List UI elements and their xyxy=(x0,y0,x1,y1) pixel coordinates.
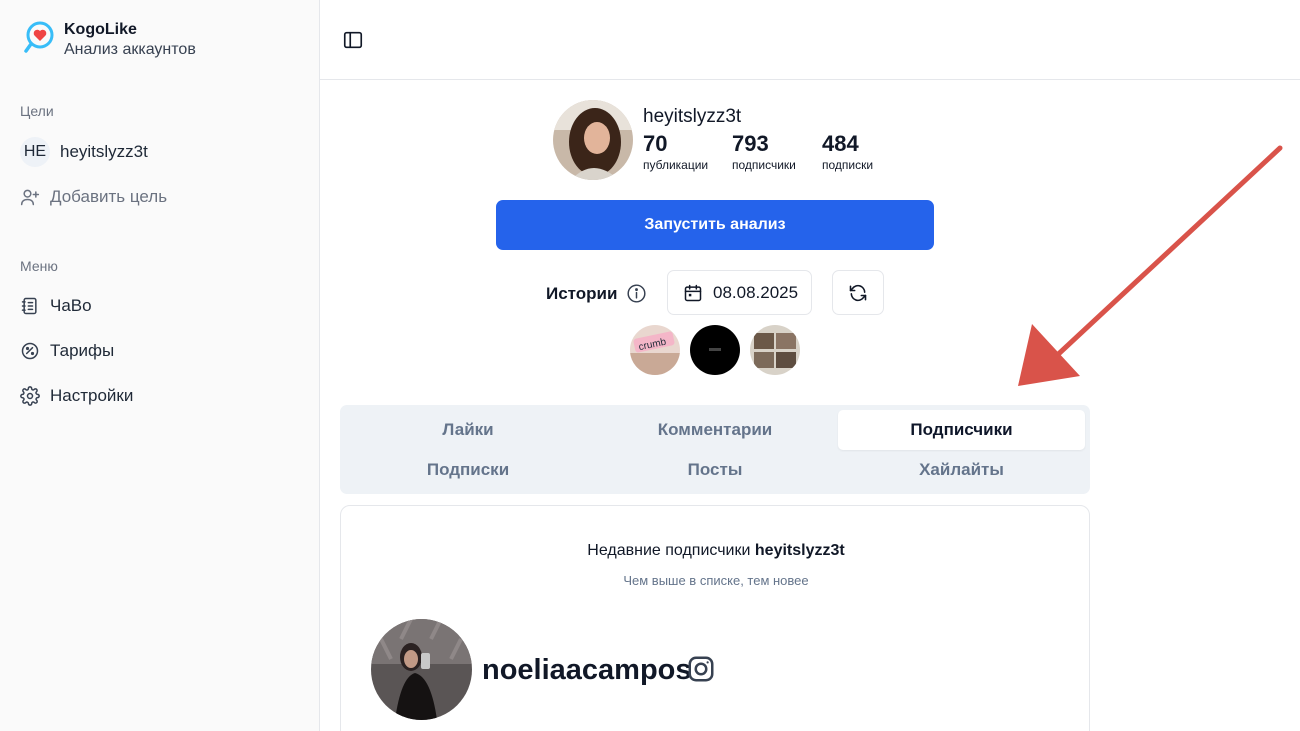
add-target-label: Добавить цель xyxy=(50,187,168,206)
brand-name: KogoLike xyxy=(64,21,137,38)
info-icon[interactable] xyxy=(626,283,647,304)
settings-icon xyxy=(20,386,40,406)
menu-item-settings[interactable]: Настройки xyxy=(20,381,133,411)
instagram-icon[interactable] xyxy=(686,654,716,684)
story-thumbnail[interactable] xyxy=(690,325,740,375)
topbar xyxy=(320,0,1300,80)
logo-icon xyxy=(24,21,54,53)
refresh-icon xyxy=(849,284,867,301)
menu-item-label: ЧаВо xyxy=(50,296,92,315)
targets-section-label: Цели xyxy=(20,103,54,119)
refresh-button[interactable] xyxy=(832,270,884,315)
menu-item-label: Настройки xyxy=(50,386,134,405)
tabs: Лайки Комментарии Подписчики Подписки По… xyxy=(340,405,1090,494)
target-label: heyitslyzz3t xyxy=(60,142,148,161)
calendar-icon xyxy=(684,284,702,301)
stat-followers: 793 подписчики xyxy=(732,131,796,173)
tab-followers[interactable]: Подписчики xyxy=(838,410,1085,450)
stat-label: подписки xyxy=(822,158,874,172)
date-value: 08.08.2025 xyxy=(713,282,799,302)
menu-section-label: Меню xyxy=(20,258,58,274)
sidebar: KogoLike Анализ аккаунтов Цели HE heyits… xyxy=(0,0,320,731)
brand-subtitle: Анализ аккаунтов xyxy=(64,41,196,58)
menu-item-label: Тарифы xyxy=(50,341,115,360)
tab-comments[interactable]: Комментарии xyxy=(591,410,839,450)
menu-item-faq[interactable]: ЧаВо xyxy=(20,291,92,321)
card-title-user: heyitslyzz3t xyxy=(754,542,845,559)
stat-following: 484 подписки xyxy=(822,131,873,173)
card-subtitle: Чем выше в списке, тем новее xyxy=(623,573,809,588)
story-thumbnail[interactable] xyxy=(750,325,800,375)
stat-label: подписчики xyxy=(732,158,796,172)
stat-label: публикации xyxy=(643,158,709,172)
run-analysis-button[interactable]: Запустить анализ xyxy=(496,200,934,250)
sidebar-toggle-icon[interactable] xyxy=(342,29,364,51)
target-badge: HE xyxy=(20,137,50,167)
add-user-icon xyxy=(20,189,40,206)
pricing-icon xyxy=(21,342,39,360)
stat-posts: 70 публикации xyxy=(643,131,708,173)
stat-value: 70 xyxy=(643,131,668,156)
follower-username[interactable]: noeliaacampos xyxy=(482,654,692,687)
card-title: Недавние подписчики heyitslyzz3t xyxy=(341,542,1091,560)
menu-item-pricing[interactable]: Тарифы xyxy=(20,336,114,366)
recent-followers-card: Недавние подписчики heyitslyzz3t Чем выш… xyxy=(340,505,1090,731)
tab-posts[interactable]: Посты xyxy=(591,450,839,490)
annotation-arrow xyxy=(1018,145,1283,386)
stories-label: Истории xyxy=(546,284,618,303)
tab-following[interactable]: Подписки xyxy=(344,450,592,490)
date-picker-button[interactable]: 08.08.2025 xyxy=(667,270,812,315)
stat-value: 793 xyxy=(732,131,769,156)
stat-value: 484 xyxy=(822,131,859,156)
add-target-button[interactable]: Добавить цель xyxy=(20,182,167,212)
tab-likes[interactable]: Лайки xyxy=(344,410,592,450)
target-item-heyitslyzz3t[interactable]: HE heyitslyzz3t xyxy=(20,137,148,167)
tab-highlights[interactable]: Хайлайты xyxy=(838,450,1085,490)
profile-avatar xyxy=(553,100,633,180)
story-thumbnail[interactable]: crumb xyxy=(630,325,680,375)
card-title-prefix: Недавние подписчики xyxy=(587,542,751,559)
profile-username: heyitslyzz3t xyxy=(643,106,742,127)
brand[interactable]: KogoLike Анализ аккаунтов xyxy=(24,20,196,60)
faq-icon xyxy=(21,297,37,315)
follower-avatar[interactable] xyxy=(371,619,472,720)
